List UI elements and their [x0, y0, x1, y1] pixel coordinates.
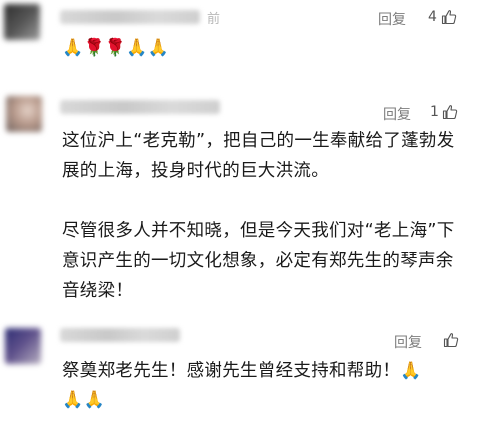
comment-paragraph: 尽管很多人并不知晓，但是今天我们对“老上海”下意识产生的一切文化想象，必定有郑先…	[62, 221, 455, 301]
username-blurred[interactable]	[60, 100, 220, 114]
avatar[interactable]	[4, 4, 40, 40]
comment-3: 回复 祭奠郑老先生！感谢先生曾经支持和帮助！🙏 🙏🙏	[0, 322, 480, 425]
username-blurred[interactable]	[60, 10, 200, 24]
username-blurred[interactable]	[60, 328, 180, 342]
pray-emoji: 🙏	[400, 361, 422, 381]
thumbs-up-icon[interactable]	[441, 9, 457, 25]
thumbs-up-icon[interactable]	[443, 332, 459, 348]
thumbs-up-icon[interactable]	[442, 104, 458, 120]
reply-button[interactable]: 回复	[383, 104, 411, 124]
reply-button[interactable]: 回复	[378, 9, 406, 29]
comment-line: 祭奠郑老先生！感谢先生曾经支持和帮助！	[62, 361, 401, 381]
comment-emojis: 🙏🙏	[62, 390, 105, 410]
comment-text: 祭奠郑老先生！感谢先生曾经支持和帮助！🙏	[62, 356, 467, 386]
reply-button[interactable]: 回复	[394, 332, 422, 352]
avatar[interactable]	[6, 96, 42, 132]
comment-2: 回复 1 这位沪上“老克勒”，把自己的一生奉献给了蓬勃发展的上海，投身时代的巨大…	[0, 90, 480, 301]
comment-paragraph: 这位沪上“老克勒”，把自己的一生奉献给了蓬勃发展的上海，投身时代的巨大洪流。	[62, 131, 455, 181]
avatar[interactable]	[5, 328, 41, 364]
username-suffix: 前	[207, 12, 221, 27]
comment-emojis: 🙏🌹🌹🙏🙏	[62, 38, 170, 58]
like-count: 1	[430, 104, 439, 120]
like-count: 4	[428, 9, 437, 25]
comment-text: 这位沪上“老克勒”，把自己的一生奉献给了蓬勃发展的上海，投身时代的巨大洪流。 尽…	[62, 126, 467, 306]
comment-1: 前 回复 4 🙏🌹🌹🙏🙏	[0, 0, 480, 60]
